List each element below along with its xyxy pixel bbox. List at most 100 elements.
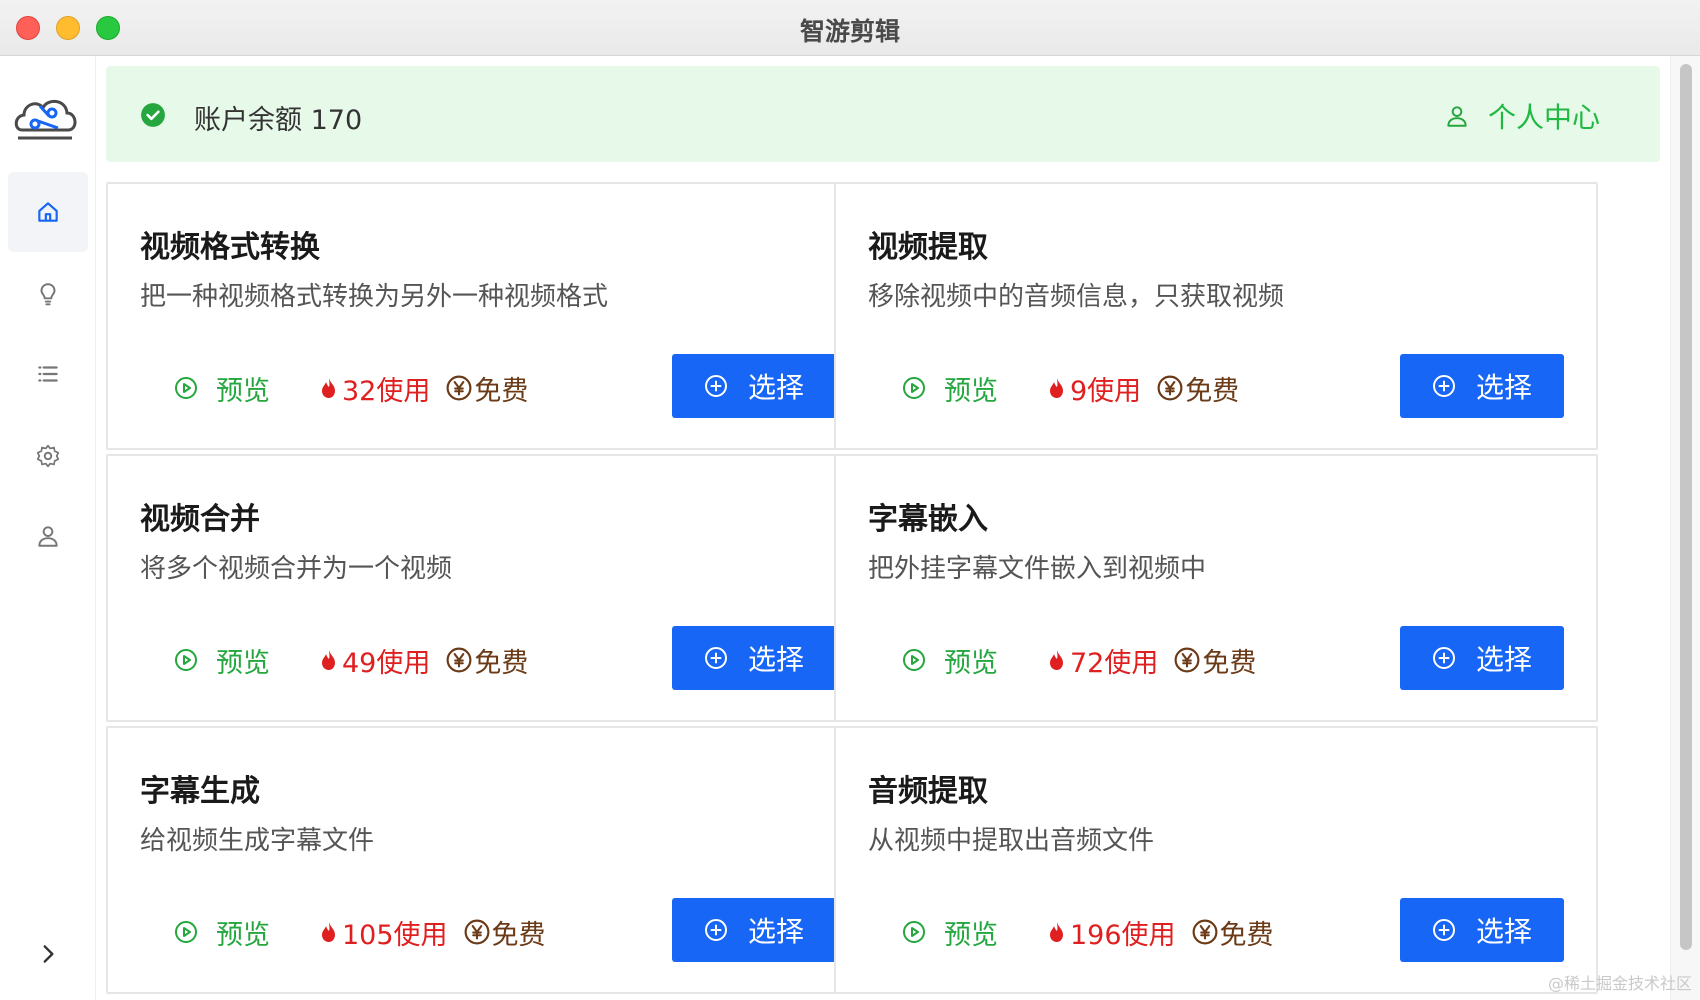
chevron-right-icon — [43, 945, 54, 963]
check-circle-icon — [141, 103, 165, 127]
select-button[interactable]: 选择 — [1400, 898, 1564, 962]
scrollbar[interactable] — [1670, 56, 1700, 1000]
card-description: 移除视频中的音频信息，只获取视频 — [868, 282, 1285, 312]
price-label: 免费 — [491, 919, 546, 951]
price-tag: 免费 — [446, 369, 528, 408]
preview-link[interactable]: 预览 — [902, 641, 998, 680]
play-circle-icon — [903, 649, 925, 671]
sidebar-item-user[interactable] — [8, 496, 88, 576]
usage-label: 9使用 — [1070, 375, 1142, 407]
usage-count: 196使用 — [1046, 913, 1176, 952]
select-button[interactable]: 选择 — [672, 898, 836, 962]
preview-label: 预览 — [944, 375, 998, 407]
card-title: 视频合并 — [140, 502, 260, 537]
select-button[interactable]: 选择 — [1400, 354, 1564, 418]
tool-card: 音频提取 从视频中提取出音频文件 预览 196使用 免费 选择 — [834, 726, 1598, 994]
usage-count: 49使用 — [318, 641, 430, 680]
select-button[interactable]: 选择 — [1400, 626, 1564, 690]
card-title: 字幕嵌入 — [868, 502, 988, 537]
card-footer: 预览 9使用 免费 — [902, 368, 1239, 408]
plus-circle-icon — [1432, 647, 1455, 669]
preview-label: 预览 — [216, 375, 270, 407]
fire-icon — [1050, 650, 1063, 670]
sidebar-collapse-button[interactable] — [30, 936, 66, 972]
preview-link[interactable]: 预览 — [174, 913, 270, 952]
preview-link[interactable]: 预览 — [174, 369, 270, 408]
price-label: 免费 — [1202, 647, 1257, 679]
select-label: 选择 — [747, 371, 804, 404]
yen-circle-icon — [446, 647, 472, 673]
tool-card: 字幕嵌入 把外挂字幕文件嵌入到视频中 预览 72使用 免费 选择 — [834, 454, 1598, 722]
usage-label: 105使用 — [342, 919, 448, 951]
card-title: 视频格式转换 — [140, 230, 320, 265]
play-circle-icon — [175, 921, 197, 943]
card-footer: 预览 196使用 免费 — [902, 912, 1274, 952]
yen-circle-icon — [1157, 375, 1183, 401]
fire-icon — [322, 922, 335, 942]
price-tag: 免费 — [464, 913, 546, 952]
usage-label: 196使用 — [1070, 919, 1176, 951]
card-description: 将多个视频合并为一个视频 — [140, 554, 453, 584]
price-tag: 免费 — [1174, 641, 1256, 680]
select-button[interactable]: 选择 — [672, 354, 836, 418]
usage-count: 9使用 — [1046, 369, 1141, 408]
play-circle-icon — [175, 649, 197, 671]
card-title: 视频提取 — [868, 230, 988, 265]
select-label: 选择 — [1475, 643, 1532, 676]
sidebar-item-list[interactable] — [8, 334, 88, 414]
card-footer: 预览 105使用 免费 — [174, 912, 546, 952]
usage-label: 49使用 — [342, 647, 431, 679]
card-description: 把外挂字幕文件嵌入到视频中 — [868, 554, 1207, 584]
tool-card: 视频格式转换 把一种视频格式转换为另外一种视频格式 预览 32使用 免费 选择 — [106, 182, 870, 450]
gear-icon — [36, 444, 60, 468]
price-tag: 免费 — [446, 641, 528, 680]
plus-circle-icon — [704, 375, 727, 397]
card-footer: 预览 49使用 免费 — [174, 640, 528, 680]
card-description: 给视频生成字幕文件 — [140, 826, 375, 856]
yen-circle-icon — [446, 375, 472, 401]
usage-count: 72使用 — [1046, 641, 1158, 680]
user-icon — [38, 526, 58, 547]
sidebar — [0, 56, 96, 1000]
select-label: 选择 — [747, 643, 804, 676]
select-label: 选择 — [747, 915, 804, 948]
scrollbar-thumb[interactable] — [1680, 64, 1692, 950]
main-content: 账户余额 170 个人中心 视频格式转换 把一种视频格式转换为另外一种视频格式 … — [96, 56, 1670, 1000]
tool-card: 视频合并 将多个视频合并为一个视频 预览 49使用 免费 选择 — [106, 454, 870, 722]
select-label: 选择 — [1475, 915, 1532, 948]
preview-link[interactable]: 预览 — [902, 369, 998, 408]
fire-icon — [322, 650, 335, 670]
preview-link[interactable]: 预览 — [902, 913, 998, 952]
fire-icon — [322, 378, 335, 398]
card-description: 把一种视频格式转换为另外一种视频格式 — [140, 282, 609, 312]
user-center-label: 个人中心 — [1487, 101, 1600, 134]
plus-circle-icon — [1432, 375, 1455, 397]
yen-circle-icon — [464, 919, 490, 945]
price-label: 免费 — [1219, 919, 1274, 951]
play-circle-icon — [903, 377, 925, 399]
sidebar-item-ideas[interactable] — [8, 254, 88, 334]
yen-circle-icon — [1174, 647, 1200, 673]
bulb-icon — [40, 283, 56, 306]
plus-circle-icon — [704, 647, 727, 669]
price-tag: 免费 — [1157, 369, 1239, 408]
sidebar-item-home[interactable] — [8, 172, 88, 252]
watermark: @稀土掘金技术社区 — [1547, 974, 1692, 993]
select-button[interactable]: 选择 — [672, 626, 836, 690]
account-banner: 账户余额 170 个人中心 — [106, 66, 1660, 162]
app-logo — [12, 86, 80, 146]
preview-label: 预览 — [216, 919, 270, 951]
preview-label: 预览 — [944, 919, 998, 951]
fire-icon — [1050, 922, 1063, 942]
price-label: 免费 — [1185, 375, 1240, 407]
price-label: 免费 — [474, 375, 529, 407]
sidebar-item-settings[interactable] — [8, 416, 88, 496]
preview-link[interactable]: 预览 — [174, 641, 270, 680]
tool-card: 视频提取 移除视频中的音频信息，只获取视频 预览 9使用 免费 选择 — [834, 182, 1598, 450]
user-center-link[interactable]: 个人中心 — [1444, 96, 1600, 136]
plus-circle-icon — [1432, 919, 1455, 941]
select-label: 选择 — [1475, 371, 1532, 404]
price-tag: 免费 — [1192, 913, 1274, 952]
preview-label: 预览 — [216, 647, 270, 679]
usage-count: 32使用 — [318, 369, 430, 408]
